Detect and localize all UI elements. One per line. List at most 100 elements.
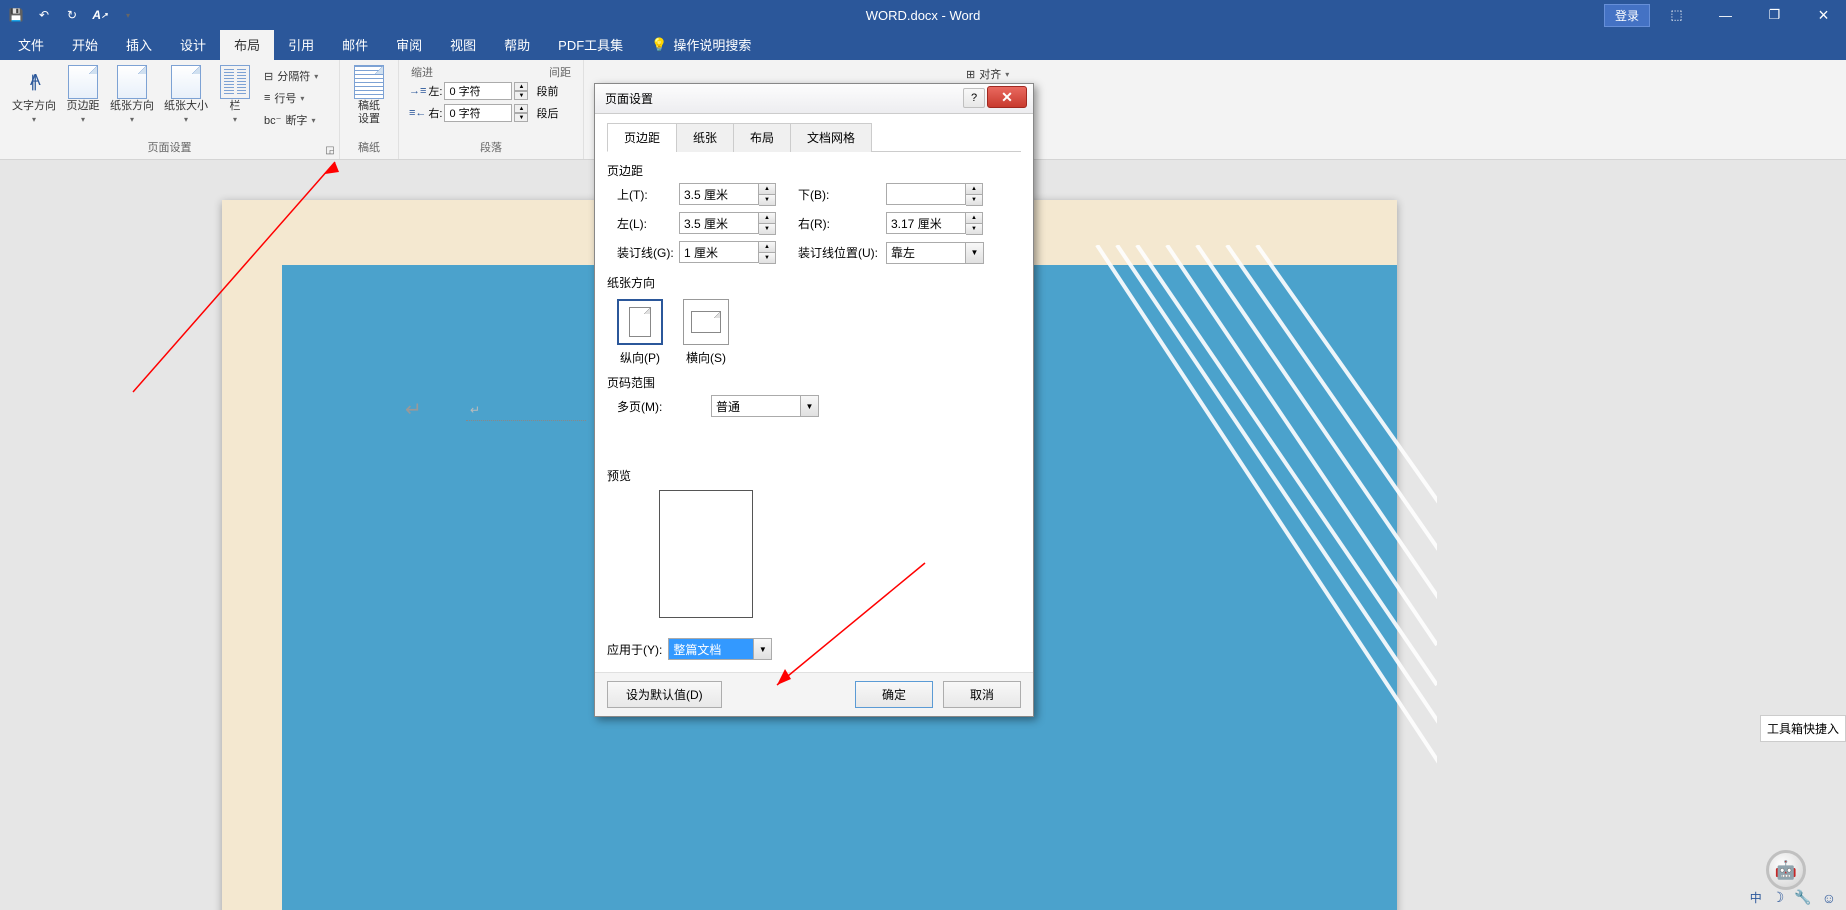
input-right[interactable] (886, 212, 966, 234)
line-numbers-icon: ≡ (264, 92, 270, 104)
wrench-icon[interactable]: 🔧 (1794, 889, 1811, 906)
spinner-gutter[interactable]: ▲▼ (759, 241, 776, 264)
quick-access-toolbar: 💾 ↶ ↻ A↗ ▾ (0, 7, 136, 23)
spacing-before-label: 段前 (536, 83, 558, 99)
label-gutter-pos: 装订线位置(U): (780, 244, 882, 261)
orientation-landscape[interactable]: 横向(S) (683, 299, 729, 366)
hyphenation-button[interactable]: bc⁻断字 ▾ (260, 110, 322, 130)
orientation-portrait[interactable]: 纵向(P) (617, 299, 663, 366)
group-paragraph-label: 段落 (407, 139, 575, 157)
assistant-avatar-icon[interactable]: 🤖 (1766, 850, 1806, 890)
tab-mailings[interactable]: 邮件 (328, 29, 382, 60)
input-top[interactable] (679, 183, 759, 205)
close-icon[interactable]: × (1801, 1, 1846, 29)
tab-view[interactable]: 视图 (436, 29, 490, 60)
paragraph-mark-icon: ↵ (405, 397, 422, 422)
dialog-tab-layout[interactable]: 布局 (733, 123, 791, 152)
page-setup-dialog: 页面设置 ? ✕ 页边距 纸张 布局 文档网格 页边距 上(T): ▲▼ 下(B… (594, 83, 1034, 717)
decorative-stripes (1017, 245, 1437, 910)
ribbon-options-icon[interactable]: ⬚ (1654, 1, 1699, 29)
input-gutter[interactable] (679, 241, 759, 263)
text-direction-button[interactable]: ∥A 文字方向▾ (8, 64, 60, 128)
spinner-bottom[interactable]: ▲▼ (966, 183, 983, 206)
input-left[interactable] (679, 212, 759, 234)
tab-insert[interactable]: 插入 (112, 29, 166, 60)
spinner-right[interactable]: ▲▼ (966, 212, 983, 235)
columns-button[interactable]: 栏▾ (214, 64, 256, 128)
spinner-left[interactable]: ▲▼ (759, 212, 776, 235)
indent-right-input[interactable] (444, 104, 512, 122)
qat-dropdown-icon[interactable]: ▾ (120, 7, 136, 23)
dialog-help-button[interactable]: ? (963, 88, 985, 108)
breaks-button[interactable]: ⊟分隔符 ▾ (260, 66, 322, 86)
dialog-tab-margins[interactable]: 页边距 (607, 123, 677, 152)
tell-me-search[interactable]: 💡 操作说明搜索 (637, 29, 765, 60)
indent-left-icon: →≡ (409, 85, 426, 97)
tab-review[interactable]: 审阅 (382, 29, 436, 60)
bulb-icon: 💡 (651, 37, 667, 53)
maximize-icon[interactable]: ❐ (1752, 1, 1797, 29)
tab-help[interactable]: 帮助 (490, 29, 544, 60)
tab-layout[interactable]: 布局 (220, 29, 274, 60)
toolbox-shortcut-button[interactable]: 工具箱快捷入 (1760, 715, 1846, 742)
indent-right-spinner[interactable]: ▲▼ (514, 104, 528, 122)
dialog-tab-grid[interactable]: 文档网格 (790, 123, 872, 152)
tab-design[interactable]: 设计 (166, 29, 220, 60)
dialog-titlebar[interactable]: 页面设置 ? ✕ (595, 84, 1033, 114)
tell-me-label: 操作说明搜索 (673, 35, 751, 54)
tab-pdf[interactable]: PDF工具集 (544, 29, 637, 60)
combo-multipage-button[interactable]: ▼ (801, 395, 819, 417)
page-setup-launcher-icon[interactable]: ◲ (323, 143, 337, 157)
orientation-button[interactable]: 纸张方向▾ (106, 64, 158, 128)
tab-references[interactable]: 引用 (274, 29, 328, 60)
moon-icon[interactable]: ☽ (1772, 889, 1785, 906)
section-preview-title: 预览 (607, 467, 1021, 484)
spacing-after-label: 段后 (536, 105, 558, 121)
indent-left-label: 左: (428, 83, 442, 99)
input-bottom[interactable] (886, 183, 966, 205)
manuscript-icon (353, 66, 385, 98)
group-manuscript: 稿纸 设置 稿纸 (340, 60, 399, 159)
line-numbers-button[interactable]: ≡行号 ▾ (260, 88, 322, 108)
group-page-setup: ∥A 文字方向▾ 页边距▾ 纸张方向▾ 纸张大小▾ 栏▾ ⊟分隔符 ▾ ≡行 (0, 60, 340, 159)
size-button[interactable]: 纸张大小▾ (160, 64, 212, 128)
input-gutter-pos[interactable] (886, 242, 966, 264)
tab-home[interactable]: 开始 (58, 29, 112, 60)
dialog-tabs: 页边距 纸张 布局 文档网格 (607, 122, 1021, 152)
save-icon[interactable]: 💾 (8, 7, 24, 23)
group-manuscript-label: 稿纸 (348, 139, 390, 157)
cancel-button[interactable]: 取消 (943, 681, 1021, 708)
section-orientation-title: 纸张方向 (607, 274, 1021, 291)
set-default-button[interactable]: 设为默认值(D) (607, 681, 722, 708)
input-multipage[interactable] (711, 395, 801, 417)
indent-right-icon: ≡← (409, 107, 426, 119)
landscape-icon (691, 311, 721, 333)
input-apply-to[interactable] (668, 638, 754, 660)
combo-apply-to-button[interactable]: ▼ (754, 638, 772, 660)
align-button[interactable]: ⊞对齐 ▾ (962, 64, 1013, 84)
spinner-top[interactable]: ▲▼ (759, 183, 776, 206)
orientation-icon (116, 66, 148, 98)
portrait-icon (629, 307, 651, 337)
minimize-icon[interactable]: — (1703, 1, 1748, 29)
tab-file[interactable]: 文件 (4, 29, 58, 60)
dialog-close-button[interactable]: ✕ (987, 86, 1027, 108)
margins-button[interactable]: 页边距▾ (62, 64, 104, 128)
login-button[interactable]: 登录 (1604, 4, 1650, 27)
indent-left-spinner[interactable]: ▲▼ (514, 82, 528, 100)
indent-left-input[interactable] (444, 82, 512, 100)
combo-gutter-pos-button[interactable]: ▼ (966, 242, 984, 264)
smile-icon[interactable]: ☺ (1822, 890, 1836, 906)
manuscript-settings-button[interactable]: 稿纸 设置 (348, 64, 390, 128)
undo-icon[interactable]: ↶ (36, 7, 52, 23)
font-style-icon[interactable]: A↗ (92, 7, 108, 23)
label-right: 右(R): (780, 215, 882, 232)
cursor-mark: ↵ (470, 403, 480, 417)
ime-indicator[interactable]: 中 (1750, 889, 1762, 906)
title-bar: 💾 ↶ ↻ A↗ ▾ WORD.docx - Word 登录 ⬚ — ❐ × (0, 0, 1846, 30)
redo-icon[interactable]: ↻ (64, 7, 80, 23)
label-left: 左(L): (607, 215, 675, 232)
label-bottom: 下(B): (780, 186, 882, 203)
ok-button[interactable]: 确定 (855, 681, 933, 708)
dialog-tab-paper[interactable]: 纸张 (676, 123, 734, 152)
